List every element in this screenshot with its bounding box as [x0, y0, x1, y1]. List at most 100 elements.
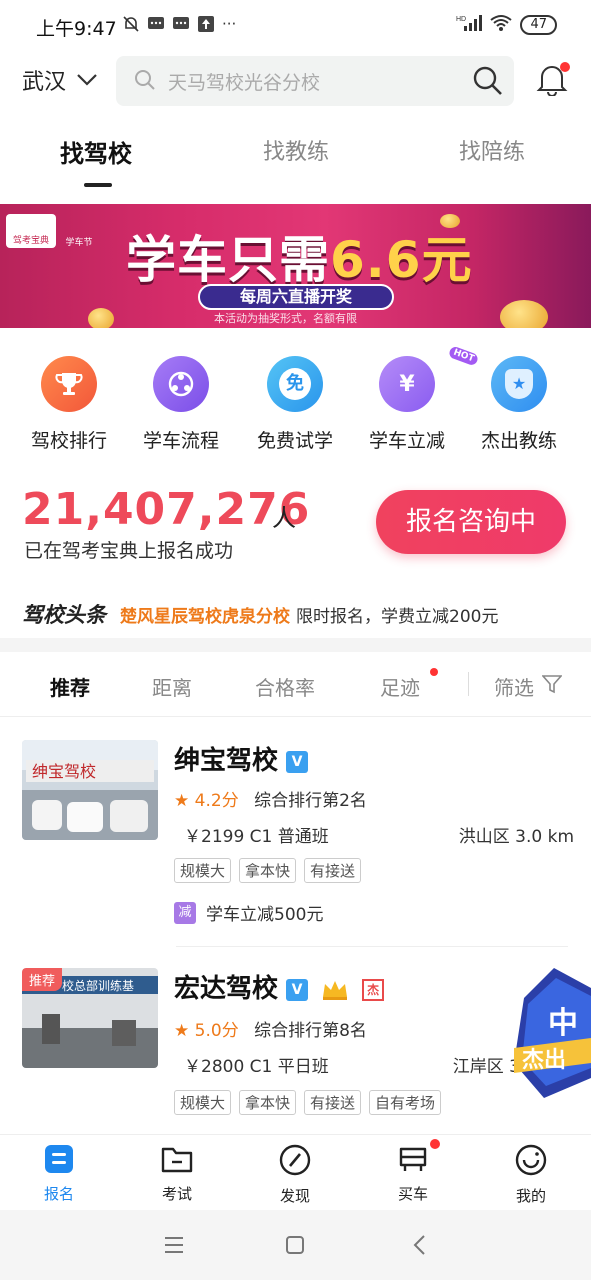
- news-tag: 驾校头条: [22, 603, 106, 627]
- quick-icon-learning-flow[interactable]: 学车流程: [126, 356, 236, 453]
- school-promo: 减 学车立减500元: [174, 900, 323, 925]
- school-photo-sign: 校总部训练基: [62, 978, 134, 993]
- system-nav-bar: [0, 1210, 591, 1280]
- school-photo: 校总部训练基 推荐: [22, 968, 158, 1068]
- school-photo-sign: 绅宝驾校: [32, 762, 96, 781]
- quick-icon-label: 学车立减: [368, 430, 445, 452]
- quick-icon-free-trial[interactable]: 免 免费试学: [240, 356, 350, 453]
- filter-tab-filter[interactable]: 筛选: [494, 672, 563, 701]
- search-icon: [134, 69, 156, 95]
- brand-logo-text: 驾考宝典: [12, 236, 49, 246]
- tab-find-coach[interactable]: 找教练: [263, 134, 329, 166]
- search-bar[interactable]: 天马驾校光谷分校: [116, 56, 514, 106]
- nav-label: 发现: [279, 1187, 310, 1205]
- status-notification-icons: ···: [122, 15, 236, 37]
- filter-tab-history[interactable]: 足迹: [380, 672, 420, 701]
- quick-icon-label: 学车流程: [142, 430, 219, 452]
- notification-bell-icon[interactable]: [536, 62, 570, 100]
- message-icon: [147, 15, 165, 37]
- filter-separator: [468, 672, 469, 696]
- school-price: ￥2800 C1 平日班: [184, 1057, 329, 1077]
- city-selector[interactable]: 武汉: [22, 64, 98, 96]
- top-tabs: 找驾校 找教练 找陪练: [0, 134, 591, 190]
- banner-note: 本活动为抽奖形式，名额有限: [214, 312, 357, 325]
- nav-discover[interactable]: 发现: [255, 1143, 335, 1206]
- school-card[interactable]: 校总部训练基 推荐 宏达驾校 V 杰 ★ 5.0分 综合排行第8名 ￥2800 C…: [22, 968, 582, 1128]
- coach-icon: ★: [491, 356, 547, 412]
- school-rating: ★ 4.2分 综合排行第2名: [174, 786, 367, 811]
- filter-tab-pass-rate[interactable]: 合格率: [255, 672, 315, 701]
- excellent-ribbon-icon: 杰: [362, 978, 385, 1001]
- rating-score: 4.2分: [194, 791, 239, 811]
- tab-find-school[interactable]: 找驾校: [60, 134, 132, 169]
- tag: 拿本快: [239, 1090, 297, 1115]
- nav-label: 买车: [397, 1185, 428, 1203]
- verified-icon: V: [286, 750, 309, 773]
- coin-decoration-2: [500, 300, 548, 328]
- coach-glyph: ★: [505, 369, 533, 399]
- verified-icon: V: [286, 978, 309, 1001]
- car-icon: [396, 1147, 430, 1179]
- school-card[interactable]: 绅宝驾校 绅宝驾校 V ★ 4.2分 综合排行第2名 ￥2199 C1 普通班 洪…: [22, 740, 582, 930]
- discount-badge-icon: 减: [174, 901, 196, 924]
- nav-exam[interactable]: 考试: [137, 1143, 217, 1204]
- school-district: 洪山区 3.0 km: [458, 827, 574, 847]
- quick-icon-label: 免费试学: [256, 430, 333, 452]
- signup-count-unit: 人: [272, 504, 296, 532]
- crown-icon: [321, 974, 358, 1004]
- message-icon-2: [172, 15, 190, 37]
- notification-dot: [560, 62, 570, 72]
- brand-logo: 驾考宝典: [6, 214, 56, 248]
- tab-find-companion[interactable]: 找陪练: [459, 134, 525, 166]
- news-text: 限时报名，学费立减200元: [296, 606, 499, 627]
- status-time: 上午9:47: [36, 18, 117, 40]
- floating-promo-badge[interactable]: 中 杰出: [514, 968, 591, 1098]
- consult-button[interactable]: 报名咨询中: [376, 490, 566, 554]
- school-name-text: 绅宝驾校: [174, 746, 279, 776]
- school-headline-news[interactable]: 驾校头条 楚风星辰驾校虎泉分校 限时报名，学费立减200元: [22, 598, 582, 630]
- status-bar: 上午9:47 ··· HD 47: [0, 0, 591, 52]
- section-divider: [0, 638, 591, 652]
- filter-tab-distance[interactable]: 距离: [152, 672, 192, 701]
- signup-count-subtitle: 已在驾考宝典上报名成功: [24, 540, 234, 562]
- quick-icon-top-coach[interactable]: ★ 杰出教练: [464, 356, 574, 453]
- promo-banner[interactable]: 驾考宝典 学车节 学车只需6.6元 每周六直播开奖 本活动为抽奖形式，名额有限: [0, 204, 591, 328]
- nav-profile[interactable]: 我的: [491, 1143, 571, 1206]
- discount-icon: ¥ HOT: [379, 345, 480, 412]
- mute-icon: [122, 15, 140, 37]
- card-separator: [176, 946, 568, 947]
- tag: 有接送: [304, 1090, 362, 1115]
- filter-funnel-icon: [541, 674, 563, 699]
- banner-headline: 学车只需6.6元: [126, 220, 473, 292]
- quick-icon-school-ranking[interactable]: 驾校排行: [14, 356, 124, 453]
- tag: 规模大: [174, 858, 232, 883]
- back-icon[interactable]: [412, 1234, 426, 1260]
- filter-tab-recommend[interactable]: 推荐: [50, 672, 90, 701]
- festival-logo: 学车节: [60, 214, 98, 248]
- search-submit-icon[interactable]: [472, 65, 504, 101]
- nav-buy-car[interactable]: 买车: [373, 1143, 453, 1204]
- city-label: 武汉: [22, 70, 67, 95]
- quick-icon-discount[interactable]: ¥ HOT 学车立减: [352, 345, 480, 453]
- banner-live-pill: 每周六直播开奖: [198, 284, 394, 310]
- menu-icon[interactable]: [164, 1236, 184, 1258]
- profile-icon: [514, 1144, 548, 1181]
- signup-count: 21,407,276: [22, 484, 311, 535]
- wifi-icon: [490, 14, 513, 36]
- nav-signup[interactable]: 报名: [19, 1143, 99, 1204]
- school-district: 江岸区 3: [452, 1057, 520, 1077]
- rating-rank: 综合排行第2名: [254, 791, 367, 811]
- school-name-text: 宏达驾校: [174, 974, 279, 1004]
- school-name: 绅宝驾校 V: [174, 740, 309, 777]
- school-rating: ★ 5.0分 综合排行第8名: [174, 1016, 367, 1041]
- signal-label: HD: [456, 16, 466, 23]
- discover-icon: [278, 1144, 312, 1181]
- school-price: ￥2199 C1 普通班: [184, 827, 329, 847]
- home-icon[interactable]: [286, 1236, 304, 1258]
- nav-label: 报名: [43, 1185, 74, 1203]
- filter-bottom-line: [0, 716, 591, 717]
- bottom-nav: 报名 考试 发现 买车 我的: [0, 1134, 591, 1210]
- upload-icon: [197, 15, 215, 37]
- signup-icon: [43, 1145, 75, 1179]
- star-icon: ★: [174, 1021, 190, 1041]
